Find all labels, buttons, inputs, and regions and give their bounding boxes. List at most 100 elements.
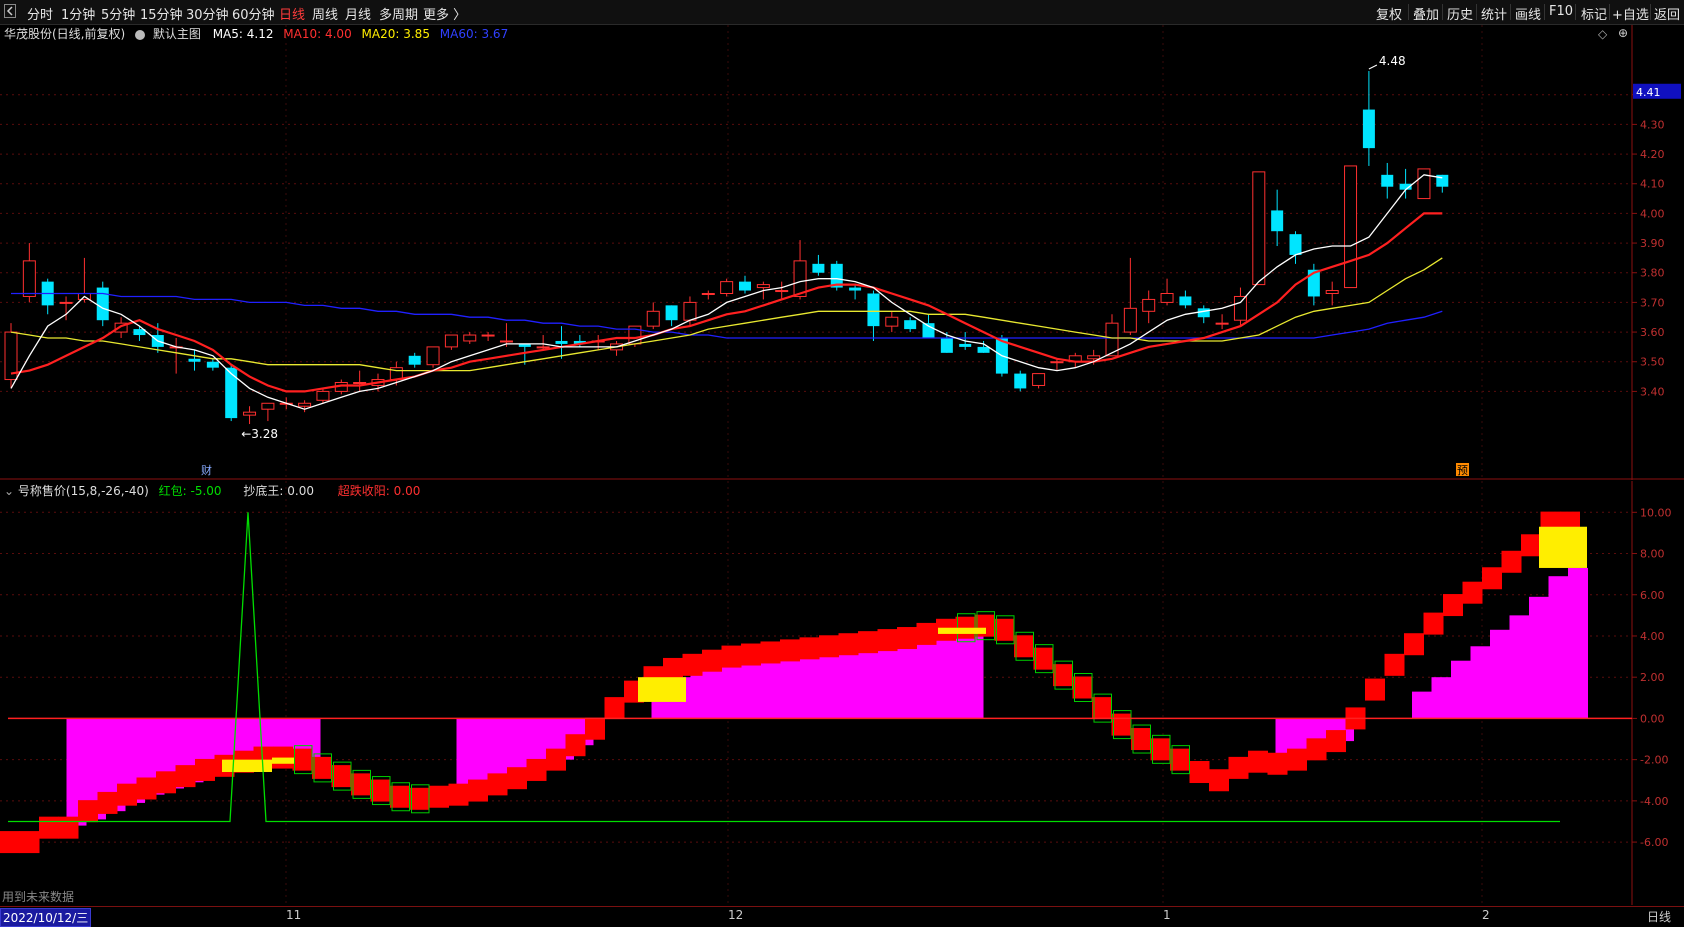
ma10-label: MA10: 4.00 bbox=[283, 27, 352, 41]
candle-up bbox=[1123, 307, 1137, 333]
candle-up bbox=[499, 340, 513, 343]
candle-up bbox=[1417, 168, 1431, 200]
y-tick-label: 4.10 bbox=[1640, 178, 1665, 191]
red-step-bar bbox=[448, 783, 469, 806]
f10-button[interactable]: F10 bbox=[1549, 4, 1573, 19]
period-multi[interactable]: 多周期 bbox=[379, 4, 418, 23]
period-daily[interactable]: 日线 bbox=[279, 4, 305, 23]
candle-up bbox=[1050, 361, 1064, 364]
y-tick-label: 4.00 bbox=[1640, 207, 1665, 220]
magenta-bar bbox=[885, 642, 906, 719]
period-weekly[interactable]: 周线 bbox=[312, 4, 338, 23]
candle-up bbox=[536, 346, 550, 349]
red-step-bar bbox=[1150, 738, 1171, 761]
red-step-bar bbox=[292, 748, 313, 771]
candle-down bbox=[1014, 373, 1027, 389]
close-icon[interactable]: ⊕ bbox=[1618, 26, 1628, 40]
hongbao-label: 红包: -5.00 bbox=[158, 484, 222, 498]
period-60min[interactable]: 60分钟 bbox=[232, 4, 275, 23]
magenta-bar bbox=[827, 648, 847, 719]
yu-marker: 预 bbox=[1457, 464, 1468, 477]
red-step-bar bbox=[858, 631, 878, 654]
period-5min[interactable]: 5分钟 bbox=[101, 4, 135, 23]
candle-up bbox=[261, 402, 275, 410]
magenta-bar bbox=[710, 664, 730, 719]
period-1min[interactable]: 1分钟 bbox=[61, 4, 95, 23]
candle-up bbox=[353, 382, 367, 384]
candle-down bbox=[1289, 234, 1302, 255]
candle-down bbox=[940, 338, 953, 353]
mark-button[interactable]: 标记 bbox=[1581, 4, 1607, 23]
red-step-bar bbox=[526, 758, 547, 781]
diamond-icon[interactable]: ◇ bbox=[1598, 27, 1607, 41]
month-label: 2 bbox=[1482, 908, 1490, 922]
return-button[interactable]: 返回 bbox=[1654, 4, 1680, 23]
red-step-bar bbox=[1053, 664, 1073, 687]
red-step-bar bbox=[0, 831, 20, 854]
candle-up bbox=[1087, 355, 1101, 360]
candle-up bbox=[1233, 295, 1247, 321]
low-label: ←3.28 bbox=[241, 427, 278, 441]
current-price-label: 4.41 bbox=[1636, 86, 1661, 99]
red-step-bar bbox=[682, 653, 703, 676]
red-step-bar bbox=[1131, 728, 1151, 751]
indicator-chart[interactable]: -6.00 -4.00 -2.00 0.00 2.00 4.00 6.00 8.00 10.00 bbox=[0, 481, 1684, 905]
cursor-date: 2022/10/12/三 bbox=[0, 908, 92, 927]
stats-button[interactable]: 统计 bbox=[1481, 4, 1507, 23]
magenta-bar bbox=[1509, 615, 1530, 719]
red-step-bar bbox=[1072, 676, 1093, 699]
add-watchlist-button[interactable]: +自选 bbox=[1612, 4, 1649, 23]
magenta-bar bbox=[690, 668, 711, 719]
sub-y-tick-label: 4.00 bbox=[1640, 630, 1665, 643]
candle-down bbox=[665, 305, 678, 321]
chevron-left-icon[interactable] bbox=[4, 4, 16, 22]
template-label[interactable]: 默认主图 bbox=[153, 27, 201, 41]
period-indicator[interactable]: 日线 bbox=[1647, 908, 1671, 925]
period-intraday[interactable]: 分时 bbox=[27, 4, 53, 23]
chevron-down-icon[interactable]: ⌄ bbox=[4, 484, 14, 498]
candle-down bbox=[188, 358, 201, 362]
ma60-label: MA60: 3.67 bbox=[439, 27, 509, 41]
red-step-bar bbox=[1404, 633, 1424, 656]
overlay-button[interactable]: 叠加 bbox=[1413, 4, 1439, 23]
yellow-block bbox=[272, 757, 294, 764]
candle-up bbox=[1325, 290, 1339, 294]
yellow-block bbox=[638, 677, 686, 702]
period-30min[interactable]: 30分钟 bbox=[186, 4, 229, 23]
red-step-bar bbox=[468, 779, 488, 802]
red-step-bar bbox=[799, 637, 820, 660]
magenta-bar bbox=[1451, 660, 1471, 719]
candle-up bbox=[683, 301, 697, 321]
stock-title: 华茂股份(日线,前复权) bbox=[4, 27, 126, 41]
gear-icon[interactable] bbox=[135, 29, 146, 40]
candle-up bbox=[720, 281, 734, 294]
candle-up bbox=[243, 411, 257, 416]
month-label: 12 bbox=[728, 908, 744, 922]
candlestick-chart[interactable]: 3.40 3.50 3.60 3.70 3.80 3.90 4.00 4.10 4.20 4.30… bbox=[0, 25, 1684, 480]
candle-up bbox=[775, 290, 789, 293]
cai-marker: 财 bbox=[201, 463, 212, 477]
period-15min[interactable]: 15分钟 bbox=[140, 4, 183, 23]
candle-up bbox=[481, 334, 495, 337]
red-step-bar bbox=[916, 622, 937, 645]
red-step-bar bbox=[877, 629, 898, 652]
fuquan-button[interactable]: 复权 bbox=[1376, 4, 1402, 23]
red-step-bar bbox=[819, 635, 839, 658]
period-monthly[interactable]: 月线 bbox=[345, 4, 371, 23]
candle-down bbox=[867, 293, 880, 327]
red-step-bar bbox=[1228, 756, 1249, 779]
candle-up bbox=[885, 316, 899, 327]
red-step-bar bbox=[702, 649, 722, 672]
indicator-name[interactable]: 号称售价(15,8,-26,-40) bbox=[18, 484, 149, 498]
red-step-bar bbox=[312, 756, 332, 779]
history-button[interactable]: 历史 bbox=[1447, 4, 1473, 23]
candle-down bbox=[225, 367, 238, 419]
red-step-bar bbox=[331, 765, 352, 788]
candle-down bbox=[904, 320, 917, 330]
magenta-bar bbox=[729, 660, 750, 719]
period-more[interactable]: 更多 〉 bbox=[423, 4, 466, 23]
yellow-block bbox=[222, 759, 272, 773]
red-step-bar bbox=[156, 771, 176, 794]
red-step-bar bbox=[721, 645, 742, 668]
draw-line-button[interactable]: 画线 bbox=[1515, 4, 1541, 23]
